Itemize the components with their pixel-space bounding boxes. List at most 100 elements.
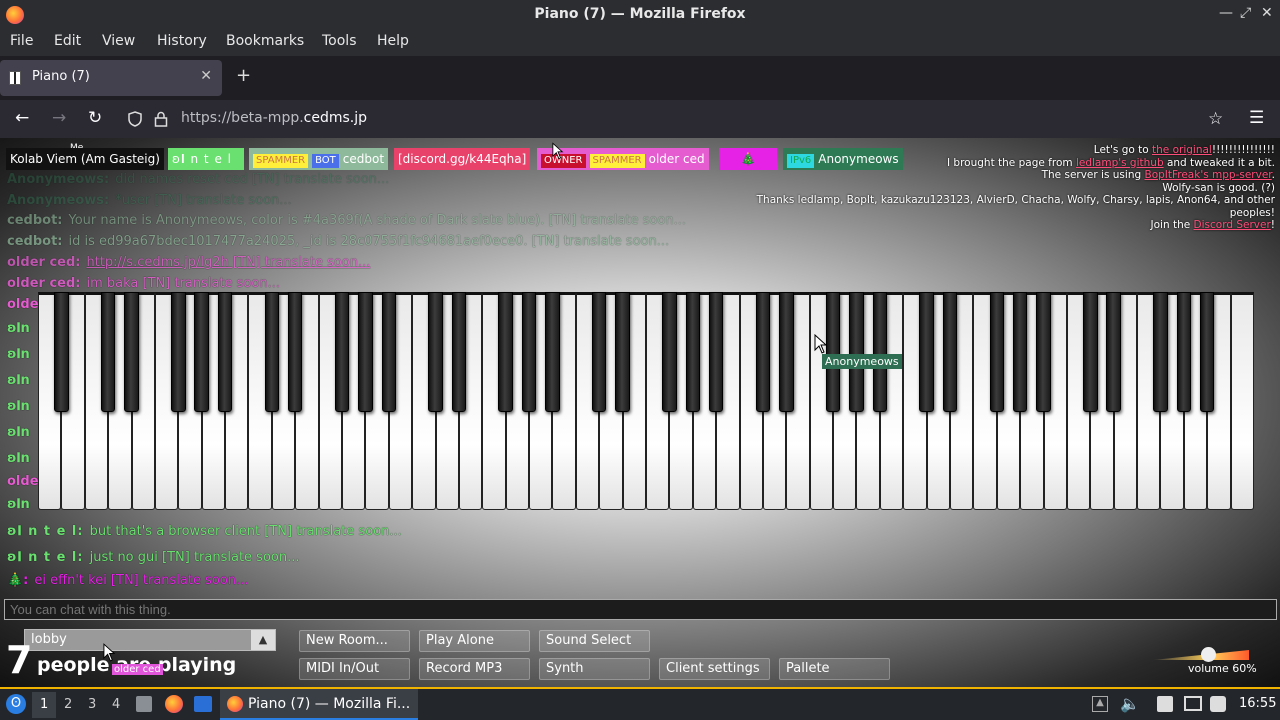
black-key[interactable] (1153, 292, 1168, 412)
chat-name-fragment: ʚ𝐈n (7, 347, 30, 362)
volume-tray-icon[interactable]: 🔈 (1120, 694, 1140, 713)
black-key[interactable] (521, 292, 537, 412)
play-alone-button[interactable]: Play Alone (419, 630, 530, 652)
black-key[interactable] (100, 292, 116, 412)
black-key[interactable] (194, 292, 209, 412)
record-mp3-button[interactable]: Record MP3 (419, 658, 530, 680)
lock-icon[interactable] (154, 111, 168, 127)
black-key[interactable] (779, 292, 794, 412)
menu-file[interactable]: File (10, 33, 33, 49)
menu-history[interactable]: History (157, 33, 207, 49)
workspace-4[interactable]: 4 (112, 697, 120, 712)
tray-arrow-icon[interactable]: ▲ (1092, 696, 1108, 712)
black-key[interactable] (1176, 292, 1192, 412)
synth-button[interactable]: Synth (539, 658, 650, 680)
back-icon[interactable]: ← (15, 108, 29, 128)
tab-label: Piano (7) (32, 69, 90, 84)
menu-edit[interactable]: Edit (54, 33, 81, 49)
black-key[interactable] (849, 292, 864, 412)
close-tab-icon[interactable]: ✕ (200, 68, 212, 84)
black-key[interactable] (381, 292, 396, 412)
black-key[interactable] (287, 292, 303, 412)
chat-message: older ced: http://s.cedms.jp/lg2h [TN] tr… (7, 255, 371, 270)
reload-icon[interactable]: ↻ (88, 108, 102, 128)
link-ledlamp-github[interactable]: ledlamp's github (1076, 157, 1164, 169)
user-discord[interactable]: [discord.gg/k44Eqha] (394, 148, 531, 170)
file-manager-icon[interactable] (136, 696, 152, 712)
black-key[interactable] (708, 292, 724, 412)
user-kolab[interactable]: Kolab Viem (Am Gasteig) (6, 148, 164, 170)
workspace-1[interactable]: 1 (40, 697, 48, 712)
menu-help[interactable]: Help (377, 33, 409, 49)
piano-favicon-icon (9, 71, 21, 85)
chevron-up-icon[interactable]: ▲ (251, 630, 275, 650)
workspace-3[interactable]: 3 (88, 697, 96, 712)
black-key[interactable] (358, 292, 373, 412)
link-mpp-server[interactable]: BopItFreak's mpp-server (1144, 169, 1271, 181)
user-cedbot[interactable]: SPAMMER BOT cedbot (249, 148, 389, 170)
forward-icon[interactable]: → (52, 108, 66, 128)
link-discord-server[interactable]: Discord Server (1194, 219, 1271, 231)
black-key[interactable] (872, 292, 888, 412)
network-icon[interactable] (1210, 696, 1226, 712)
black-key[interactable] (264, 292, 280, 412)
minimize-icon[interactable]: — (1219, 5, 1233, 21)
black-key[interactable] (1106, 292, 1121, 412)
display-icon[interactable] (1184, 696, 1202, 711)
clipboard-icon[interactable] (1157, 696, 1173, 712)
workspace-2[interactable]: 2 (64, 697, 72, 712)
bookmark-star-icon[interactable]: ☆ (1208, 109, 1223, 129)
black-key[interactable] (428, 292, 443, 412)
close-window-icon[interactable]: ✕ (1261, 5, 1273, 21)
maximize-icon[interactable]: ⤢ (1240, 5, 1251, 21)
chat-name-fragment: olde (7, 474, 39, 489)
new-tab-icon[interactable]: + (236, 65, 251, 86)
black-key[interactable] (942, 292, 958, 412)
black-key[interactable] (451, 292, 467, 412)
black-key[interactable] (919, 292, 934, 412)
url-text[interactable]: https://beta-mpp.cedms.jp (181, 110, 367, 126)
new-room-button[interactable]: New Room... (299, 630, 410, 652)
black-key[interactable] (989, 292, 1004, 412)
black-key[interactable] (591, 292, 607, 412)
black-key[interactable] (545, 292, 560, 412)
black-key[interactable] (1012, 292, 1028, 412)
firefox-launcher-icon[interactable] (165, 695, 183, 713)
start-menu-icon[interactable]: ʘ (6, 694, 26, 714)
black-key[interactable] (498, 292, 513, 412)
menu-bookmarks[interactable]: Bookmarks (226, 33, 304, 49)
black-key[interactable] (217, 292, 233, 412)
black-key[interactable] (755, 292, 771, 412)
black-key[interactable] (54, 292, 69, 412)
chat-input[interactable] (4, 599, 1277, 620)
hamburger-menu-icon[interactable]: ☰ (1249, 108, 1264, 128)
taskbar-window-label: Piano (7) — Mozilla Fi... (248, 696, 411, 712)
black-key[interactable] (171, 292, 186, 412)
black-key[interactable] (685, 292, 700, 412)
sound-select-button[interactable]: Sound Select (539, 630, 650, 652)
client-settings-button[interactable]: Client settings (659, 658, 770, 680)
black-key[interactable] (1199, 292, 1215, 412)
black-key[interactable] (615, 292, 630, 412)
chat-message: cedbot: id is ed99a67bdec1017477a24025, _… (7, 234, 670, 249)
black-key[interactable] (1036, 292, 1051, 412)
user-intel[interactable]: ʚ𝐈 n t e l (168, 148, 244, 170)
tab-piano[interactable]: Piano (7) ✕ (0, 60, 222, 96)
volume-knob[interactable] (1201, 647, 1216, 662)
piano-keyboard[interactable] (38, 292, 1254, 510)
black-key[interactable] (1083, 292, 1098, 412)
room-select[interactable]: lobby ▲ (24, 629, 276, 651)
black-key[interactable] (124, 292, 139, 412)
black-key[interactable] (334, 292, 350, 412)
credits-panel: Let's go to the original!!!!!!!!!!!!!!! … (715, 144, 1275, 232)
desktop-icon[interactable] (194, 696, 212, 712)
midi-button[interactable]: MIDI In/Out (299, 658, 410, 680)
shield-icon[interactable] (128, 111, 142, 127)
pallete-button[interactable]: Pallete (779, 658, 890, 680)
url-bar[interactable]: https://beta-mpp.cedms.jp (120, 104, 1240, 134)
black-key[interactable] (662, 292, 677, 412)
mouse-pointer-icon (103, 643, 116, 662)
menu-view[interactable]: View (102, 33, 135, 49)
link-original[interactable]: the original (1152, 144, 1212, 156)
menu-tools[interactable]: Tools (322, 33, 357, 49)
